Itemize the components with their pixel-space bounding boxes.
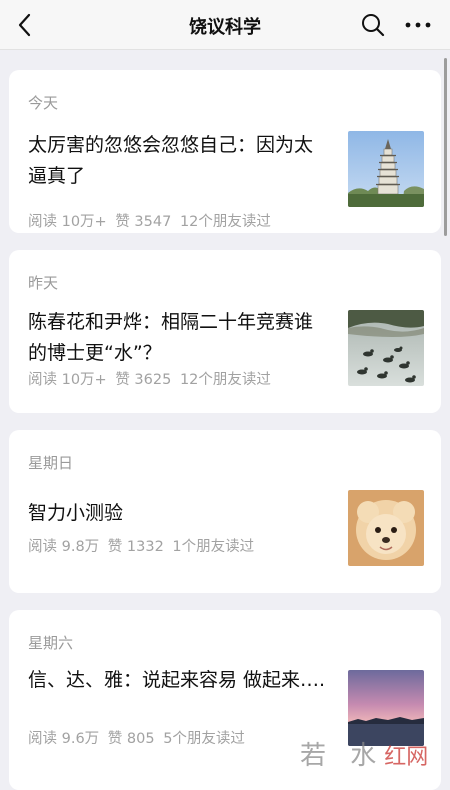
friends-read: 12个朋友读过 [179,372,271,388]
article-meta: 阅读 10万+ 赞 3625 12个朋友读过 [28,368,275,389]
article-meta: 阅读 9.6万 赞 805 5个朋友读过 [28,727,249,748]
read-count: 阅读 10万+ [28,214,107,230]
navigation-bar: 饶议科学 [0,0,450,50]
article-date: 星期六 [28,634,74,652]
read-count: 阅读 9.6万 [28,731,100,747]
article-title[interactable]: 信、达、雅：说起来容易 做起来…. [28,665,328,696]
watermark-text: 若 水 [300,741,385,771]
read-count: 阅读 10万+ [28,372,107,388]
article-date: 昨天 [28,274,59,292]
like-count: 赞 805 [107,731,155,747]
article-title[interactable]: 智力小测验 [28,498,328,529]
article-title[interactable]: 陈春花和尹烨：相隔二十年竞赛谁的博士更“水”？ [28,307,328,369]
watermark: 若 水红网 [300,735,450,780]
article-thumbnail[interactable] [348,131,424,207]
more-icon[interactable] [403,12,433,38]
article-meta: 阅读 9.8万 赞 1332 1个朋友读过 [28,535,258,556]
article-card[interactable]: 星期日 智力小测验 阅读 9.8万 赞 1332 1个朋友读过 [9,430,441,593]
search-icon[interactable] [360,12,386,38]
scrollbar[interactable] [444,58,447,236]
article-card[interactable]: 昨天 陈春花和尹烨：相隔二十年竞赛谁的博士更“水”？ 阅读 10万+ 赞 362… [9,250,441,413]
article-meta: 阅读 10万+ 赞 3547 12个朋友读过 [28,210,275,231]
read-count: 阅读 9.8万 [28,539,100,555]
article-thumbnail[interactable] [348,490,424,566]
friends-read: 5个朋友读过 [163,731,245,747]
like-count: 赞 1332 [107,539,164,555]
friends-read: 1个朋友读过 [172,539,255,555]
article-card[interactable]: 今天 太厉害的忽悠会忽悠自己：因为太逼真了 阅读 10万+ 赞 3547 12个… [9,70,441,233]
like-count: 赞 3547 [115,214,172,230]
article-title[interactable]: 太厉害的忽悠会忽悠自己：因为太逼真了 [28,130,328,192]
article-date: 星期日 [28,454,74,472]
friends-read: 12个朋友读过 [179,214,271,230]
article-thumbnail[interactable] [348,310,424,386]
like-count: 赞 3625 [115,372,172,388]
watermark-logo: 红网 [384,745,429,770]
article-date: 今天 [28,94,59,112]
